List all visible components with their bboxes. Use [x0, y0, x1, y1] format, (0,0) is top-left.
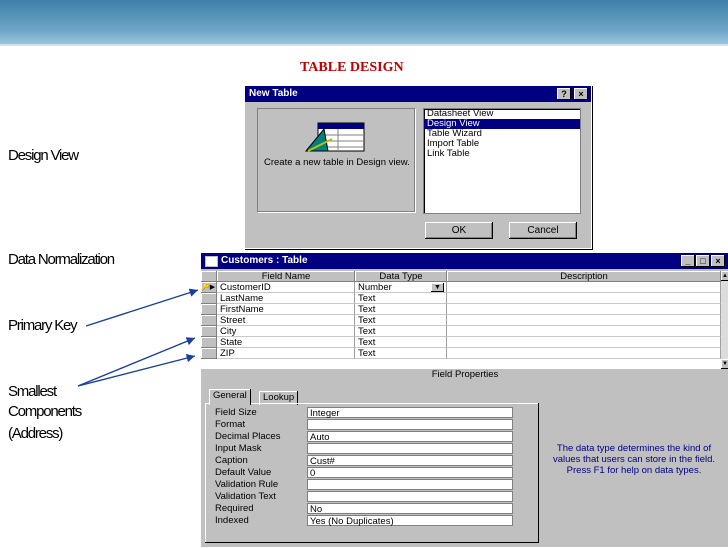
data-type-cell[interactable]: Text	[355, 304, 447, 315]
description-cell[interactable]	[447, 293, 721, 304]
row-selector[interactable]	[201, 326, 217, 337]
field-name-cell[interactable]: Street	[217, 315, 355, 326]
property-label: Format	[215, 419, 246, 430]
properties-panel: Field Size Integer Format Decimal Places…	[205, 403, 539, 543]
description-cell[interactable]	[447, 304, 721, 315]
property-label: Decimal Places	[215, 431, 281, 442]
data-type-cell[interactable]: Text	[355, 315, 447, 326]
property-value[interactable]: 0	[307, 467, 513, 479]
customers-table-window: Customers : Table _ □ × Field Name Data …	[200, 252, 728, 548]
column-header-description: Description	[447, 271, 721, 282]
row-selector-header	[201, 271, 217, 282]
scroll-down-icon[interactable]: ▼	[721, 359, 728, 369]
property-label: Field Size	[215, 407, 257, 418]
description-cell[interactable]	[447, 337, 721, 348]
preview-description: Create a new table in Design view.	[264, 157, 410, 168]
field-name-cell[interactable]: LastName	[217, 293, 355, 304]
data-type-cell[interactable]: Text	[355, 348, 447, 359]
row-selector[interactable]	[201, 348, 217, 359]
design-grid: Field Name Data Type Description 🔑▶ Cust…	[201, 271, 721, 369]
property-label: Required	[215, 503, 254, 514]
maximize-button[interactable]: □	[696, 255, 710, 267]
field-name-cell[interactable]: FirstName	[217, 304, 355, 315]
data-type-value: Number	[358, 282, 392, 293]
help-button[interactable]: ?	[557, 88, 571, 100]
arrow-smallest-1	[77, 337, 196, 387]
description-cell[interactable]	[447, 326, 721, 337]
property-label: Input Mask	[215, 443, 262, 454]
close-button[interactable]: ×	[574, 88, 588, 100]
preview-panel: Create a new table in Design view.	[257, 108, 415, 212]
row-selector[interactable]	[201, 337, 217, 348]
customers-title: Customers : Table	[221, 255, 308, 266]
field-name-cell[interactable]: State	[217, 337, 355, 348]
row-selector[interactable]	[201, 304, 217, 315]
property-label: Validation Rule	[215, 479, 279, 490]
options-list[interactable]: Datasheet View Design View Table Wizard …	[423, 108, 581, 214]
field-properties-label: Field Properties	[201, 369, 728, 381]
scroll-up-icon[interactable]: ▲	[721, 271, 728, 281]
new-table-title-bar: New Table ? ×	[245, 86, 591, 102]
window-close-button[interactable]: ×	[711, 255, 725, 267]
row-selector[interactable]	[201, 293, 217, 304]
data-type-cell[interactable]: Text	[355, 326, 447, 337]
dropdown-arrow-icon[interactable]: ▼	[431, 283, 444, 292]
column-header-data-type: Data Type	[355, 271, 447, 282]
tab-general[interactable]: General	[209, 389, 251, 405]
arrow-primary-key	[85, 288, 199, 327]
property-value[interactable]: Integer	[307, 407, 513, 419]
property-label: Default Value	[215, 467, 272, 478]
design-view-icon	[304, 122, 365, 152]
description-cell[interactable]	[447, 348, 721, 359]
property-label: Indexed	[215, 515, 249, 526]
field-name-cell[interactable]: CustomerID	[217, 282, 355, 293]
field-name-cell[interactable]: City	[217, 326, 355, 337]
description-cell[interactable]	[447, 315, 721, 326]
data-type-cell[interactable]: Text	[355, 337, 447, 348]
description-cell[interactable]	[447, 282, 721, 293]
property-value[interactable]	[307, 419, 513, 430]
primary-key-icon[interactable]: 🔑▶	[201, 282, 217, 293]
help-text: The data type determines the kind of val…	[552, 443, 716, 476]
property-value[interactable]: Cust#	[307, 455, 513, 467]
property-label: Validation Text	[215, 491, 276, 502]
ok-button[interactable]: OK	[425, 222, 493, 239]
property-value[interactable]: No	[307, 503, 513, 515]
minimize-button[interactable]: _	[681, 255, 695, 267]
grid-scrollbar[interactable]: ▲ ▼	[721, 271, 728, 369]
new-table-title: New Table	[249, 88, 298, 99]
property-value[interactable]	[307, 491, 513, 502]
row-selector[interactable]	[201, 315, 217, 326]
customers-title-bar: Customers : Table _ □ ×	[201, 253, 728, 269]
data-type-cell[interactable]: Text	[355, 293, 447, 304]
property-value[interactable]: Yes (No Duplicates)	[307, 515, 513, 527]
column-header-field-name: Field Name	[217, 271, 355, 282]
help-panel: The data type determines the kind of val…	[541, 389, 727, 545]
arrow-smallest-2	[77, 354, 196, 387]
property-value[interactable]	[307, 443, 513, 454]
new-table-dialog: New Table ? × Create a new table in Desi…	[244, 85, 592, 249]
field-name-cell[interactable]: ZIP	[217, 348, 355, 359]
data-type-cell[interactable]: Number ▼	[355, 282, 447, 293]
property-value[interactable]	[307, 479, 513, 490]
cancel-button[interactable]: Cancel	[509, 222, 577, 239]
property-value[interactable]: Auto	[307, 431, 513, 443]
property-label: Caption	[215, 455, 248, 466]
table-icon	[205, 256, 218, 267]
list-item[interactable]: Link Table	[424, 149, 580, 159]
